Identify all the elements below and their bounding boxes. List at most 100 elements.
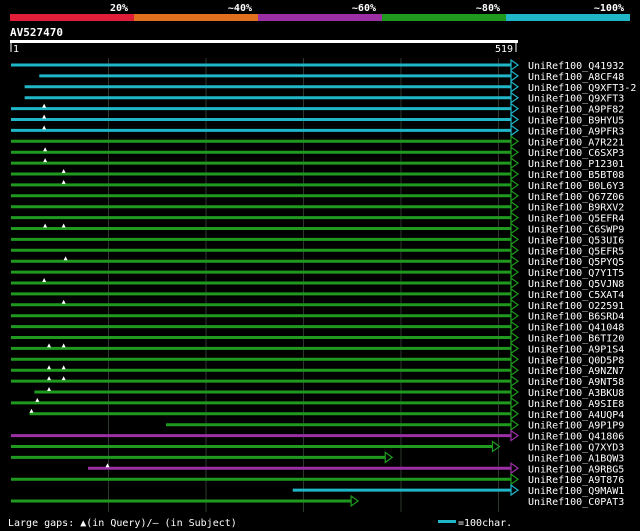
hit-label[interactable]: UniRef100_C0PAT3 [528, 497, 624, 508]
hit-label[interactable]: UniRef100_Q41048 [528, 323, 624, 334]
query-gap-marker [61, 169, 66, 173]
hit-row[interactable]: UniRef100_A9PFR3 [11, 124, 624, 137]
hit-row[interactable]: UniRef100_C6SXP3 [11, 146, 624, 159]
hit-row[interactable]: UniRef100_Q67Z06 [11, 189, 624, 203]
query-gap-marker [42, 103, 47, 108]
hit-row[interactable]: UniRef100_Q53UI6 [11, 233, 624, 246]
hit-row[interactable]: UniRef100_A9PF82 [11, 102, 624, 116]
legend-label: ~40% [228, 3, 252, 14]
hit-label[interactable]: UniRef100_P12301 [528, 159, 624, 170]
hit-label[interactable]: UniRef100_Q67Z06 [528, 192, 624, 203]
hit-arrow [510, 374, 520, 388]
hit-row[interactable]: UniRef100_Q0D5P8 [11, 353, 624, 366]
query-gap-marker [43, 147, 48, 152]
hit-label[interactable]: UniRef100_Q9XFT3 [528, 94, 624, 105]
hit-row[interactable]: UniRef100_B9RXV2 [11, 200, 624, 214]
legend-label: ~100% [594, 3, 624, 14]
hit-row[interactable]: UniRef100_A9RBG5 [88, 462, 624, 475]
hit-label[interactable]: UniRef100_A9T876 [528, 475, 624, 486]
hit-row[interactable]: UniRef100_A9NT58 [11, 374, 624, 388]
hit-row[interactable]: UniRef100_A9NZN7 [11, 364, 624, 377]
hit-label[interactable]: UniRef100_A9PFR3 [528, 126, 624, 137]
hit-label[interactable]: UniRef100_Q0D5P8 [528, 355, 624, 366]
hit-label[interactable]: UniRef100_Q41932 [528, 61, 624, 72]
hit-row[interactable]: UniRef100_Q41932 [11, 58, 624, 72]
hit-row[interactable]: UniRef100_P12301 [11, 156, 624, 170]
hit-row[interactable]: UniRef100_B5BT08 [11, 167, 624, 181]
hit-arrow [510, 80, 520, 93]
hit-label[interactable]: UniRef100_A1BQW3 [528, 453, 624, 464]
hit-label[interactable]: UniRef100_A9RBG5 [528, 464, 624, 475]
hit-row[interactable]: UniRef100_A1BQW3 [11, 451, 624, 464]
hit-row[interactable]: UniRef100_Q5EFR4 [11, 211, 624, 225]
hit-label[interactable]: UniRef100_A9NZN7 [528, 366, 624, 377]
hit-label[interactable]: UniRef100_Q7XYD3 [528, 443, 624, 454]
hit-row[interactable]: UniRef100_B0L6Y3 [11, 178, 624, 192]
hit-label[interactable]: UniRef100_Q5EFR5 [528, 246, 624, 257]
hit-row[interactable]: UniRef100_Q5VJN8 [11, 276, 624, 290]
hit-arrow [510, 331, 520, 344]
hit-row[interactable]: UniRef100_B6TI20 [11, 331, 624, 345]
hit-row[interactable]: UniRef100_C5XAT4 [11, 287, 624, 301]
hit-label[interactable]: UniRef100_A4UQP4 [528, 410, 624, 421]
hit-label[interactable]: UniRef100_B5BT08 [528, 170, 624, 181]
hit-row[interactable]: UniRef100_Q41806 [11, 429, 624, 443]
hit-label[interactable]: UniRef100_Q53UI6 [528, 235, 624, 246]
hit-label[interactable]: UniRef100_A9P1S4 [528, 344, 624, 355]
hit-row[interactable]: UniRef100_Q9XFT3-2 [24, 80, 637, 94]
hit-row[interactable]: UniRef100_A7R221 [11, 135, 624, 148]
scale-legend: =100char. [458, 518, 512, 529]
hit-row[interactable]: UniRef100_A3BKU8 [34, 385, 624, 399]
hit-label[interactable]: UniRef100_A3BKU8 [528, 388, 624, 399]
hit-label[interactable]: UniRef100_B6TI20 [528, 334, 624, 345]
hit-label[interactable]: UniRef100_B6SRD4 [528, 312, 624, 323]
hit-label[interactable]: UniRef100_A9PF82 [528, 105, 624, 116]
query-gap-marker [47, 365, 52, 370]
hit-row[interactable]: UniRef100_Q5PYQ5 [11, 255, 624, 268]
hit-row[interactable]: UniRef100_Q9XFT3 [24, 91, 625, 105]
hit-row[interactable]: UniRef100_B6SRD4 [11, 309, 624, 323]
hit-row[interactable]: UniRef100_Q7Y1T5 [11, 265, 624, 279]
hit-label[interactable]: UniRef100_Q41806 [528, 432, 624, 443]
hit-label[interactable]: UniRef100_A9NT58 [528, 377, 624, 388]
hit-label[interactable]: UniRef100_Q5PYQ5 [528, 257, 624, 268]
hit-row[interactable]: UniRef100_A9P1P9 [166, 418, 624, 432]
hit-label[interactable]: UniRef100_O22591 [528, 301, 624, 312]
hit-row[interactable]: UniRef100_O22591 [11, 298, 624, 312]
hit-row[interactable]: UniRef100_A4UQP4 [29, 407, 624, 421]
hit-row[interactable]: UniRef100_Q41048 [11, 320, 624, 334]
hit-label[interactable]: UniRef100_A8CF48 [528, 72, 624, 83]
hit-row[interactable]: UniRef100_B9HYU5 [11, 113, 624, 127]
hit-label[interactable]: UniRef100_C6SXP3 [528, 148, 624, 159]
hit-row[interactable]: UniRef100_A9P1S4 [11, 342, 624, 355]
hit-row[interactable]: UniRef100_A9T876 [11, 473, 624, 486]
hit-label[interactable]: UniRef100_Q9MAW1 [528, 486, 624, 497]
hit-arrow [510, 233, 520, 246]
hit-row[interactable]: UniRef100_Q5EFR5 [11, 244, 624, 257]
hit-label[interactable]: UniRef100_Q5EFR4 [528, 214, 624, 225]
hit-arrow [510, 178, 520, 192]
hit-label[interactable]: UniRef100_Q9XFT3-2 [528, 83, 636, 94]
hit-row[interactable]: UniRef100_C0PAT3 [11, 494, 624, 508]
hit-label[interactable]: UniRef100_B9HYU5 [528, 116, 624, 127]
scale-bar [438, 520, 456, 523]
hit-label[interactable]: UniRef100_B9RXV2 [528, 203, 624, 214]
hit-label[interactable]: UniRef100_Q7Y1T5 [528, 268, 624, 279]
hit-label[interactable]: UniRef100_C5XAT4 [528, 290, 624, 301]
hit-row[interactable]: UniRef100_A9SIE8 [11, 396, 624, 410]
hit-label[interactable]: UniRef100_A9P1P9 [528, 421, 624, 432]
hit-label[interactable]: UniRef100_C6SWP9 [528, 225, 624, 236]
hit-arrow [510, 418, 520, 431]
hit-label[interactable]: UniRef100_A9SIE8 [528, 399, 624, 410]
hit-label[interactable]: UniRef100_A7R221 [528, 137, 624, 148]
hit-label[interactable]: UniRef100_B0L6Y3 [528, 181, 624, 192]
legend-label: ~80% [476, 3, 500, 14]
hit-row[interactable]: UniRef100_C6SWP9 [11, 222, 624, 236]
hit-row[interactable]: UniRef100_Q9MAW1 [292, 483, 625, 497]
query-name: AV527470 [10, 26, 63, 39]
hit-arrow [510, 211, 520, 224]
legend-segment [134, 14, 258, 21]
hit-row[interactable]: UniRef100_Q7XYD3 [11, 440, 624, 454]
hit-label[interactable]: UniRef100_Q5VJN8 [528, 279, 624, 290]
hit-row[interactable]: UniRef100_A8CF48 [39, 69, 624, 83]
